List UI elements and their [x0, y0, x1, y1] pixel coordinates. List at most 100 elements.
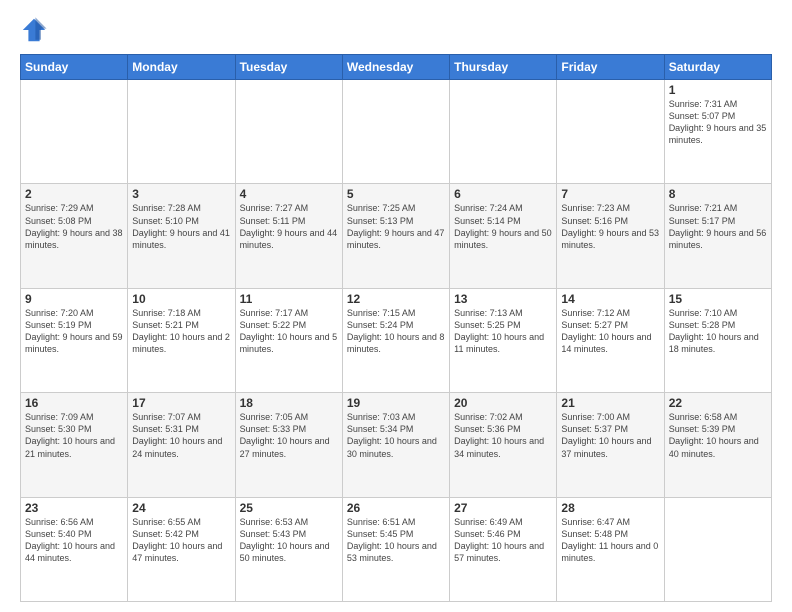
- day-info: Sunrise: 7:24 AM Sunset: 5:14 PM Dayligh…: [454, 202, 552, 251]
- day-number: 3: [132, 187, 230, 201]
- day-info: Sunrise: 7:05 AM Sunset: 5:33 PM Dayligh…: [240, 411, 338, 460]
- calendar-table: SundayMondayTuesdayWednesdayThursdayFrid…: [20, 54, 772, 602]
- day-info: Sunrise: 7:18 AM Sunset: 5:21 PM Dayligh…: [132, 307, 230, 356]
- calendar-header: SundayMondayTuesdayWednesdayThursdayFrid…: [21, 55, 772, 80]
- day-number: 28: [561, 501, 659, 515]
- day-number: 22: [669, 396, 767, 410]
- day-number: 6: [454, 187, 552, 201]
- day-info: Sunrise: 7:07 AM Sunset: 5:31 PM Dayligh…: [132, 411, 230, 460]
- week-row-1: 2Sunrise: 7:29 AM Sunset: 5:08 PM Daylig…: [21, 184, 772, 288]
- day-number: 24: [132, 501, 230, 515]
- day-cell: [557, 80, 664, 184]
- day-number: 12: [347, 292, 445, 306]
- weekday-header-sunday: Sunday: [21, 55, 128, 80]
- day-number: 9: [25, 292, 123, 306]
- day-cell: 25Sunrise: 6:53 AM Sunset: 5:43 PM Dayli…: [235, 497, 342, 601]
- day-cell: [450, 80, 557, 184]
- day-info: Sunrise: 7:20 AM Sunset: 5:19 PM Dayligh…: [25, 307, 123, 356]
- weekday-header-friday: Friday: [557, 55, 664, 80]
- day-info: Sunrise: 7:15 AM Sunset: 5:24 PM Dayligh…: [347, 307, 445, 356]
- day-cell: 22Sunrise: 6:58 AM Sunset: 5:39 PM Dayli…: [664, 393, 771, 497]
- day-cell: 15Sunrise: 7:10 AM Sunset: 5:28 PM Dayli…: [664, 288, 771, 392]
- day-cell: 4Sunrise: 7:27 AM Sunset: 5:11 PM Daylig…: [235, 184, 342, 288]
- day-info: Sunrise: 7:00 AM Sunset: 5:37 PM Dayligh…: [561, 411, 659, 460]
- day-cell: 27Sunrise: 6:49 AM Sunset: 5:46 PM Dayli…: [450, 497, 557, 601]
- day-number: 23: [25, 501, 123, 515]
- day-number: 19: [347, 396, 445, 410]
- header: [20, 16, 772, 44]
- day-cell: 6Sunrise: 7:24 AM Sunset: 5:14 PM Daylig…: [450, 184, 557, 288]
- day-number: 11: [240, 292, 338, 306]
- day-cell: [21, 80, 128, 184]
- weekday-header-tuesday: Tuesday: [235, 55, 342, 80]
- week-row-0: 1Sunrise: 7:31 AM Sunset: 5:07 PM Daylig…: [21, 80, 772, 184]
- day-info: Sunrise: 6:56 AM Sunset: 5:40 PM Dayligh…: [25, 516, 123, 565]
- day-cell: 18Sunrise: 7:05 AM Sunset: 5:33 PM Dayli…: [235, 393, 342, 497]
- day-number: 18: [240, 396, 338, 410]
- day-info: Sunrise: 6:58 AM Sunset: 5:39 PM Dayligh…: [669, 411, 767, 460]
- day-info: Sunrise: 6:47 AM Sunset: 5:48 PM Dayligh…: [561, 516, 659, 565]
- day-number: 16: [25, 396, 123, 410]
- day-info: Sunrise: 7:03 AM Sunset: 5:34 PM Dayligh…: [347, 411, 445, 460]
- day-info: Sunrise: 6:49 AM Sunset: 5:46 PM Dayligh…: [454, 516, 552, 565]
- day-info: Sunrise: 6:53 AM Sunset: 5:43 PM Dayligh…: [240, 516, 338, 565]
- day-number: 15: [669, 292, 767, 306]
- day-cell: 28Sunrise: 6:47 AM Sunset: 5:48 PM Dayli…: [557, 497, 664, 601]
- day-info: Sunrise: 7:17 AM Sunset: 5:22 PM Dayligh…: [240, 307, 338, 356]
- day-cell: 7Sunrise: 7:23 AM Sunset: 5:16 PM Daylig…: [557, 184, 664, 288]
- day-cell: 2Sunrise: 7:29 AM Sunset: 5:08 PM Daylig…: [21, 184, 128, 288]
- day-number: 2: [25, 187, 123, 201]
- day-cell: 23Sunrise: 6:56 AM Sunset: 5:40 PM Dayli…: [21, 497, 128, 601]
- logo-icon: [20, 16, 48, 44]
- day-number: 5: [347, 187, 445, 201]
- day-cell: 3Sunrise: 7:28 AM Sunset: 5:10 PM Daylig…: [128, 184, 235, 288]
- day-number: 20: [454, 396, 552, 410]
- day-cell: 20Sunrise: 7:02 AM Sunset: 5:36 PM Dayli…: [450, 393, 557, 497]
- day-cell: 10Sunrise: 7:18 AM Sunset: 5:21 PM Dayli…: [128, 288, 235, 392]
- day-info: Sunrise: 7:31 AM Sunset: 5:07 PM Dayligh…: [669, 98, 767, 147]
- day-info: Sunrise: 7:27 AM Sunset: 5:11 PM Dayligh…: [240, 202, 338, 251]
- week-row-4: 23Sunrise: 6:56 AM Sunset: 5:40 PM Dayli…: [21, 497, 772, 601]
- day-cell: 17Sunrise: 7:07 AM Sunset: 5:31 PM Dayli…: [128, 393, 235, 497]
- weekday-header-wednesday: Wednesday: [342, 55, 449, 80]
- day-cell: 12Sunrise: 7:15 AM Sunset: 5:24 PM Dayli…: [342, 288, 449, 392]
- day-number: 25: [240, 501, 338, 515]
- day-cell: 19Sunrise: 7:03 AM Sunset: 5:34 PM Dayli…: [342, 393, 449, 497]
- day-info: Sunrise: 7:21 AM Sunset: 5:17 PM Dayligh…: [669, 202, 767, 251]
- day-cell: 24Sunrise: 6:55 AM Sunset: 5:42 PM Dayli…: [128, 497, 235, 601]
- week-row-3: 16Sunrise: 7:09 AM Sunset: 5:30 PM Dayli…: [21, 393, 772, 497]
- day-info: Sunrise: 6:51 AM Sunset: 5:45 PM Dayligh…: [347, 516, 445, 565]
- day-info: Sunrise: 7:25 AM Sunset: 5:13 PM Dayligh…: [347, 202, 445, 251]
- weekday-row: SundayMondayTuesdayWednesdayThursdayFrid…: [21, 55, 772, 80]
- day-info: Sunrise: 6:55 AM Sunset: 5:42 PM Dayligh…: [132, 516, 230, 565]
- day-info: Sunrise: 7:10 AM Sunset: 5:28 PM Dayligh…: [669, 307, 767, 356]
- day-number: 27: [454, 501, 552, 515]
- day-cell: 26Sunrise: 6:51 AM Sunset: 5:45 PM Dayli…: [342, 497, 449, 601]
- day-info: Sunrise: 7:13 AM Sunset: 5:25 PM Dayligh…: [454, 307, 552, 356]
- day-info: Sunrise: 7:02 AM Sunset: 5:36 PM Dayligh…: [454, 411, 552, 460]
- day-cell: [664, 497, 771, 601]
- day-info: Sunrise: 7:29 AM Sunset: 5:08 PM Dayligh…: [25, 202, 123, 251]
- logo: [20, 16, 54, 44]
- day-cell: [342, 80, 449, 184]
- page: SundayMondayTuesdayWednesdayThursdayFrid…: [0, 0, 792, 612]
- day-number: 21: [561, 396, 659, 410]
- day-number: 26: [347, 501, 445, 515]
- day-number: 10: [132, 292, 230, 306]
- day-number: 4: [240, 187, 338, 201]
- calendar-body: 1Sunrise: 7:31 AM Sunset: 5:07 PM Daylig…: [21, 80, 772, 602]
- day-number: 17: [132, 396, 230, 410]
- day-cell: 11Sunrise: 7:17 AM Sunset: 5:22 PM Dayli…: [235, 288, 342, 392]
- day-cell: 1Sunrise: 7:31 AM Sunset: 5:07 PM Daylig…: [664, 80, 771, 184]
- weekday-header-monday: Monday: [128, 55, 235, 80]
- day-cell: 13Sunrise: 7:13 AM Sunset: 5:25 PM Dayli…: [450, 288, 557, 392]
- day-number: 14: [561, 292, 659, 306]
- day-cell: 21Sunrise: 7:00 AM Sunset: 5:37 PM Dayli…: [557, 393, 664, 497]
- day-info: Sunrise: 7:12 AM Sunset: 5:27 PM Dayligh…: [561, 307, 659, 356]
- day-info: Sunrise: 7:09 AM Sunset: 5:30 PM Dayligh…: [25, 411, 123, 460]
- weekday-header-saturday: Saturday: [664, 55, 771, 80]
- day-info: Sunrise: 7:28 AM Sunset: 5:10 PM Dayligh…: [132, 202, 230, 251]
- weekday-header-thursday: Thursday: [450, 55, 557, 80]
- day-number: 8: [669, 187, 767, 201]
- day-info: Sunrise: 7:23 AM Sunset: 5:16 PM Dayligh…: [561, 202, 659, 251]
